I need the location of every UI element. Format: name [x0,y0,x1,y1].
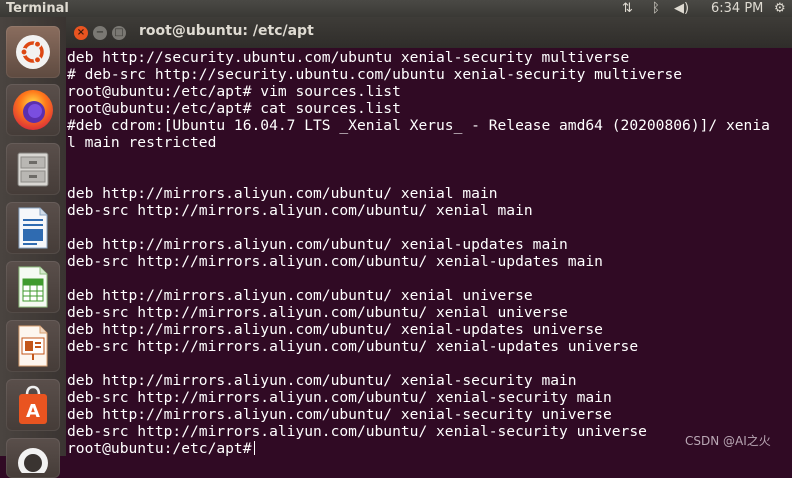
terminal-line: # deb-src http://security.ubuntu.com/ubu… [67,66,683,83]
terminal-line: deb http://mirrors.aliyun.com/ubuntu/ xe… [67,236,568,253]
bluetooth-icon[interactable]: ᛒ [652,0,660,17]
terminal-line: deb-src http://mirrors.aliyun.com/ubuntu… [67,202,533,219]
terminal-view[interactable]: deb http://security.ubuntu.com/ubuntu xe… [66,48,792,457]
terminal-line: deb-src http://mirrors.aliyun.com/ubuntu… [67,253,603,270]
maximize-button[interactable]: □ [112,26,126,40]
terminal-line: deb http://mirrors.aliyun.com/ubuntu/ xe… [67,406,612,423]
launcher-impress[interactable] [6,320,60,372]
calc-spreadsheet-icon [18,266,48,308]
top-panel: Terminal ⇅ ᛒ ◀) 6:34 PM ⚙ [0,0,792,17]
terminal-line: deb http://security.ubuntu.com/ubuntu xe… [67,49,630,66]
file-cabinet-icon [17,152,49,187]
terminal-line: l main restricted [67,134,217,151]
terminal-line: deb http://mirrors.aliyun.com/ubuntu/ xe… [67,372,577,389]
gear-icon[interactable]: ⚙ [774,0,786,17]
launcher-files[interactable] [6,143,60,195]
terminal-line: deb http://mirrors.aliyun.com/ubuntu/ xe… [67,287,533,304]
clock[interactable]: 6:34 PM [711,0,763,17]
launcher: A [0,17,67,478]
terminal-line: root@ubuntu:/etc/apt# cat sources.list [67,100,401,117]
window-title: root@ubuntu: /etc/apt [139,23,314,39]
launcher-firefox[interactable] [6,84,60,136]
writer-document-icon [18,207,48,249]
terminal-line: deb-src http://mirrors.aliyun.com/ubuntu… [67,389,612,406]
terminal-line: deb-src http://mirrors.aliyun.com/ubuntu… [67,423,647,440]
window-titlebar[interactable]: × − □ root@ubuntu: /etc/apt [66,17,792,48]
impress-presentation-icon [18,325,48,367]
terminal-line: deb http://mirrors.aliyun.com/ubuntu/ xe… [67,321,603,338]
minimize-button[interactable]: − [93,26,107,40]
network-icon[interactable]: ⇅ [622,0,633,17]
software-bag-icon: A [19,385,47,424]
terminal-line: deb-src http://mirrors.aliyun.com/ubuntu… [67,338,639,355]
ubuntu-logo-icon [16,35,50,69]
launcher-ubuntu-dash[interactable] [6,26,60,78]
firefox-icon [13,90,53,130]
app-menu-title[interactable]: Terminal [6,0,69,17]
terminal-line: root@ubuntu:/etc/apt# vim sources.list [67,83,401,100]
watermark: CSDN @AI之火 [685,434,771,448]
volume-icon[interactable]: ◀) [674,0,689,17]
launcher-writer[interactable] [6,202,60,254]
terminal-line: #deb cdrom:[Ubuntu 16.04.7 LTS _Xenial X… [67,117,770,134]
terminal-line: deb-src http://mirrors.aliyun.com/ubuntu… [67,304,568,321]
svg-text:A: A [26,401,40,422]
text-cursor [253,441,255,455]
prompt-line[interactable]: root@ubuntu:/etc/apt# [67,440,770,457]
launcher-ubuntu-software[interactable]: A [6,379,60,431]
shell-prompt: root@ubuntu:/etc/apt# [67,440,252,457]
help-icon [18,448,48,473]
launcher-calc[interactable] [6,261,60,313]
launcher-help[interactable] [6,438,60,478]
terminal-output: deb http://security.ubuntu.com/ubuntu xe… [67,49,770,457]
terminal-line: deb http://mirrors.aliyun.com/ubuntu/ xe… [67,185,498,202]
close-button[interactable]: × [74,26,88,40]
